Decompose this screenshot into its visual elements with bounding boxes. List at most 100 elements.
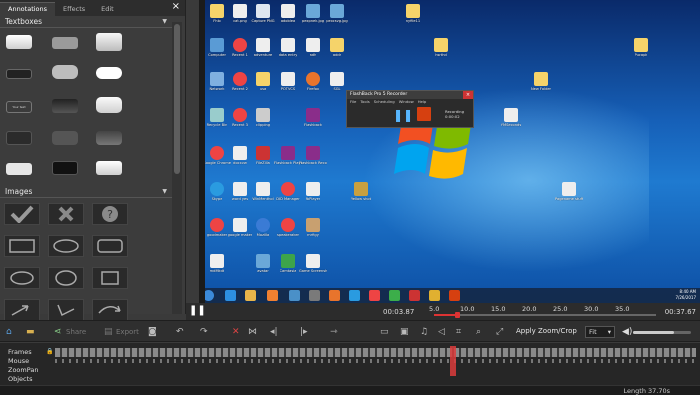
arrow-right-image[interactable]: [92, 299, 128, 321]
desktop-icon[interactable]: Camtasia: [274, 254, 302, 273]
desktop-icon[interactable]: fbPlayer: [299, 182, 327, 201]
textbox-style-9[interactable]: [96, 97, 122, 113]
app-icon[interactable]: [429, 290, 440, 301]
menu-help[interactable]: Help: [418, 99, 427, 105]
desktop-icon[interactable]: nyfile11: [399, 4, 427, 23]
export-button[interactable]: Export: [116, 326, 139, 338]
recorder-pause-icon[interactable]: ❚❚: [393, 108, 413, 122]
desktop-icon[interactable]: mdMkdt: [203, 254, 231, 273]
scrub-bar[interactable]: [434, 312, 656, 318]
recorder-window[interactable]: FlashBack Pro 5 Recorder × File Tools Sch…: [346, 90, 474, 128]
recorder-stop-button[interactable]: [417, 107, 431, 121]
explorer-icon[interactable]: [245, 290, 256, 301]
textbox-style-7[interactable]: Your text: [6, 101, 32, 113]
collapse-caret-icon[interactable]: ▼: [162, 18, 167, 25]
crop-icon[interactable]: ⌗: [456, 326, 461, 338]
textbox-style-13[interactable]: [6, 163, 32, 175]
desktop-icon[interactable]: New Folder: [527, 72, 555, 91]
desktop-icon[interactable]: Flashback Player: [274, 146, 302, 165]
audio-icon[interactable]: ♫: [420, 326, 428, 338]
media-icon[interactable]: [267, 290, 278, 301]
question-image[interactable]: ?: [92, 203, 128, 225]
desktop-icon[interactable]: Capture PNG: [249, 4, 277, 23]
desktop-icon[interactable]: Flashback Recorder: [299, 146, 327, 165]
arrow-down-image[interactable]: [48, 299, 84, 321]
textbox-style-10[interactable]: [6, 131, 32, 145]
desktop-icon[interactable]: speakeraker: [274, 218, 302, 237]
pip-icon[interactable]: ▣: [400, 326, 409, 338]
tab-annotations[interactable]: Annotations: [0, 2, 56, 16]
desktop-icon[interactable]: WinMenthol: [249, 182, 277, 201]
desktop-icon[interactable]: Game Screenshot: [299, 254, 327, 273]
share-icon[interactable]: ⋖: [54, 326, 62, 338]
next-frame-icon[interactable]: |▸: [300, 326, 308, 338]
menu-tools[interactable]: Tools: [360, 99, 369, 105]
checkmark-image[interactable]: [4, 203, 40, 225]
textbox-style-11[interactable]: [52, 131, 78, 145]
frames-track[interactable]: [55, 348, 696, 357]
desktop-icon[interactable]: FileZilla: [249, 146, 277, 165]
redo-icon[interactable]: ↷: [200, 326, 208, 338]
desktop-icon[interactable]: mrfigy: [299, 218, 327, 237]
textbox-style-12[interactable]: [96, 131, 122, 145]
app-icon[interactable]: [309, 290, 320, 301]
home-icon[interactable]: ⌂: [6, 326, 12, 338]
desktop-icon[interactable]: usa: [249, 72, 277, 91]
export-icon[interactable]: ▤: [104, 326, 113, 338]
prev-frame-icon[interactable]: ◂|: [270, 326, 278, 338]
desktop-icon[interactable]: pexcsvg.jpg: [323, 4, 351, 23]
pause-button[interactable]: ❚❚: [189, 306, 206, 316]
desktop-icon[interactable]: addr: [323, 38, 351, 57]
desktop-icon[interactable]: POTVCS: [274, 72, 302, 91]
desktop-icon[interactable]: Pucapk: [627, 38, 655, 57]
menu-scheduling[interactable]: Scheduling: [374, 99, 395, 105]
scrollbar-thumb[interactable]: [174, 24, 180, 174]
undo-icon[interactable]: ↶: [176, 326, 184, 338]
desktop-icon[interactable]: avatar: [249, 254, 277, 273]
desktop-icon[interactable]: clipping: [249, 108, 277, 127]
rect-shape-image[interactable]: [4, 235, 40, 257]
filezilla-icon[interactable]: [409, 290, 420, 301]
tab-effects[interactable]: Effects: [55, 3, 93, 16]
desktop-icon[interactable]: adoblea: [274, 4, 302, 23]
collapse-caret-icon[interactable]: ▼: [162, 188, 167, 195]
apply-zoom-crop-button[interactable]: Apply Zoom/Crop: [516, 327, 577, 335]
cut-icon[interactable]: ⋈: [248, 326, 257, 338]
mouse-track[interactable]: [55, 359, 696, 363]
textbox-style-14[interactable]: [52, 161, 78, 175]
desktop-icon[interactable]: DID Manager: [274, 182, 302, 201]
desktop-icon[interactable]: adventure: [249, 38, 277, 57]
textbox-style-1[interactable]: [6, 35, 32, 49]
volume-icon[interactable]: ◀): [622, 326, 632, 338]
textbox-style-5[interactable]: [52, 65, 78, 79]
desktop-icon[interactable]: Flashback: [299, 108, 327, 127]
pan-icon[interactable]: ⤢: [496, 326, 503, 338]
ellipse2-image[interactable]: [4, 267, 40, 289]
timeline-playhead[interactable]: [450, 346, 456, 376]
close-icon[interactable]: ×: [463, 91, 473, 99]
ellipse-shape-image[interactable]: [48, 235, 84, 257]
chrome-icon[interactable]: [369, 290, 380, 301]
rounded-rect-image[interactable]: [92, 235, 128, 257]
tab-edit[interactable]: Edit: [93, 3, 122, 16]
arrow-up-image[interactable]: [4, 299, 40, 321]
desktop-icon[interactable]: YMSeconds: [497, 108, 525, 127]
timeline[interactable]: Frames Mouse ZoomPan Objects 🔒: [0, 343, 700, 385]
sound-icon[interactable]: ◁: [438, 326, 445, 338]
firefox-icon[interactable]: [329, 290, 340, 301]
textbox-style-4[interactable]: [6, 69, 32, 79]
skype-icon[interactable]: [349, 290, 360, 301]
camera-icon[interactable]: ◙: [148, 326, 157, 338]
circle-shape-image[interactable]: [48, 267, 84, 289]
textbox-style-3[interactable]: [96, 33, 122, 51]
square-shape-image[interactable]: [92, 267, 128, 289]
app-icon[interactable]: [289, 290, 300, 301]
fit-dropdown[interactable]: Fit ▾: [585, 326, 615, 338]
textbox-style-2[interactable]: [52, 37, 78, 49]
textbox-style-8[interactable]: [52, 99, 78, 113]
lock-icon[interactable]: 🔒: [46, 348, 53, 355]
desktop-icon[interactable]: Pagename stuff: [555, 182, 583, 201]
textbox-style-6[interactable]: [96, 67, 122, 79]
recording-preview[interactable]: Fhlo cat.png Capture PNG adoblea pexpnek…: [199, 0, 700, 303]
textbox-style-15[interactable]: [96, 161, 122, 175]
